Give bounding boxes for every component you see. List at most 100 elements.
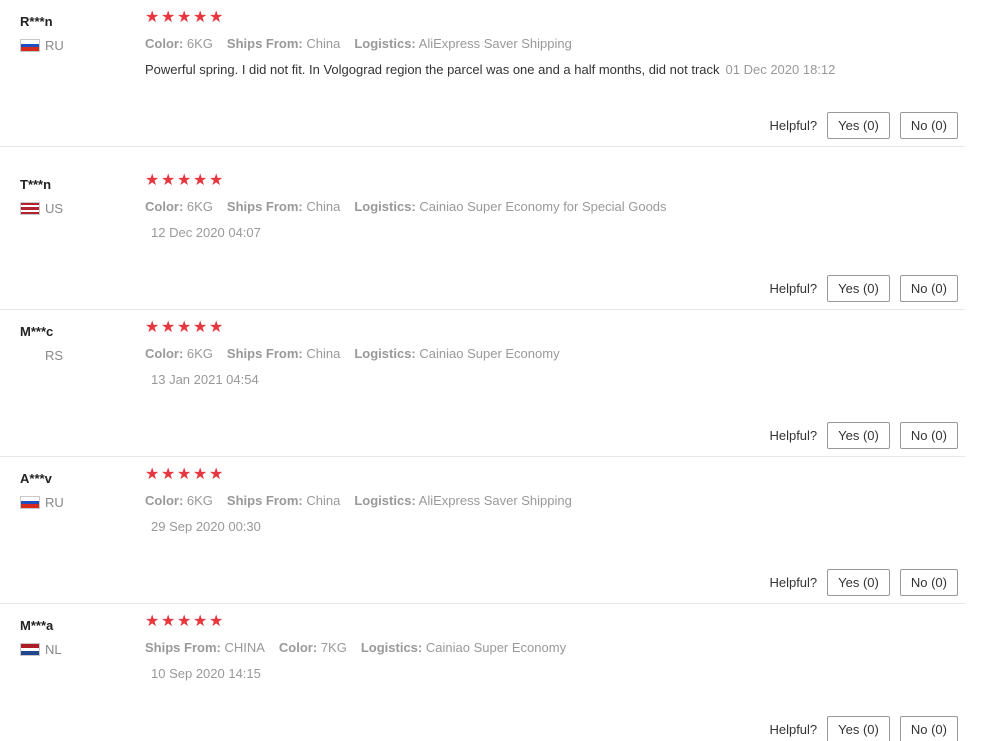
order-info-item: Ships From: China: [227, 36, 340, 51]
order-info-value: Cainiao Super Economy: [419, 346, 560, 361]
helpful-yes-button[interactable]: Yes (0): [827, 716, 890, 741]
helpful-yes-button[interactable]: Yes (0): [827, 112, 890, 139]
order-info-value: Cainiao Super Economy for Special Goods: [419, 199, 667, 214]
order-info-item: Ships From: CHINA: [145, 640, 265, 655]
review-date: 10 Sep 2020 14:15: [151, 666, 261, 681]
order-info: Color: 6KG Ships From: China Logistics: Ca…: [145, 199, 681, 214]
star-icon: ★: [209, 9, 224, 26]
order-info-item: Logistics: Cainiao Super Economy: [354, 346, 559, 361]
review-content: 10 Sep 2020 14:15: [145, 665, 845, 683]
helpful-label: Helpful?: [769, 281, 818, 296]
star-icon: ★: [161, 319, 176, 336]
star-icon: ★: [193, 319, 208, 336]
star-icon: ★: [177, 9, 192, 26]
order-info-value: 7KG: [320, 640, 347, 655]
order-info-label: Logistics:: [360, 640, 423, 655]
review-date: 12 Dec 2020 04:07: [151, 225, 261, 240]
helpful-vote: Helpful? Yes (0) No (0): [769, 716, 958, 741]
reviewer-country: US: [20, 201, 63, 216]
order-info-label: Logistics:: [354, 199, 416, 214]
order-info-value: China: [306, 36, 341, 51]
star-icon: ★: [193, 172, 208, 189]
country-code: RU: [45, 495, 64, 510]
order-info-item: Color: 6KG: [145, 36, 213, 51]
order-info: Ships From: CHINA Color: 7KG Logistics: Ca…: [145, 640, 580, 655]
star-rating: ★ ★ ★ ★ ★: [145, 466, 224, 483]
star-icon: ★: [209, 466, 224, 483]
order-info-label: Color:: [145, 199, 184, 214]
country-flag-icon: [20, 496, 40, 509]
review-content: 29 Sep 2020 00:30: [145, 518, 845, 536]
reviewer-name: A***v: [20, 471, 52, 486]
order-info-value: 6KG: [186, 493, 213, 508]
star-icon: ★: [145, 466, 160, 483]
order-info-value: CHINA: [224, 640, 265, 655]
star-icon: ★: [161, 613, 176, 630]
country-code: NL: [45, 642, 62, 657]
reviewer-name: R***n: [20, 14, 53, 29]
review-content: Powerful spring. I did not fit. In Volgo…: [145, 61, 845, 79]
order-info-item: Ships From: China: [227, 199, 340, 214]
star-icon: ★: [209, 319, 224, 336]
order-info-value: 6KG: [186, 346, 213, 361]
star-icon: ★: [161, 466, 176, 483]
country-code: US: [45, 201, 64, 216]
helpful-no-button[interactable]: No (0): [899, 112, 958, 139]
order-info: Color: 6KG Ships From: China Logistics: Ca…: [145, 346, 574, 361]
star-icon: ★: [145, 613, 160, 630]
order-info-item: Color: 6KG: [145, 199, 213, 214]
order-info-label: Color:: [145, 36, 184, 51]
review-content: 12 Dec 2020 04:07: [145, 224, 845, 242]
order-info-label: Color:: [145, 493, 184, 508]
order-info-label: Ships From:: [145, 640, 221, 655]
star-icon: ★: [177, 613, 192, 630]
helpful-no-button[interactable]: No (0): [899, 422, 958, 449]
star-icon: ★: [193, 466, 208, 483]
helpful-yes-button[interactable]: Yes (0): [827, 569, 890, 596]
order-info-label: Logistics:: [354, 493, 416, 508]
country-flag-icon: [20, 202, 40, 215]
review-item: A***v RU ★ ★ ★ ★ ★ Color: 6KG Ships From: China L…: [0, 457, 965, 604]
country-flag-icon: [20, 39, 40, 52]
order-info-item: Logistics: Cainiao Super Economy: [361, 640, 566, 655]
review-item: R***n RU ★ ★ ★ ★ ★ Color: 6KG Ships From: China L…: [0, 0, 965, 147]
helpful-no-button[interactable]: No (0): [899, 569, 958, 596]
star-icon: ★: [177, 466, 192, 483]
country-code: RU: [45, 38, 64, 53]
helpful-label: Helpful?: [769, 575, 818, 590]
helpful-label: Helpful?: [769, 722, 818, 737]
star-icon: ★: [193, 9, 208, 26]
helpful-yes-button[interactable]: Yes (0): [827, 422, 890, 449]
order-info-item: Ships From: China: [227, 493, 340, 508]
review-date: 29 Sep 2020 00:30: [151, 519, 261, 534]
order-info-label: Ships From:: [226, 346, 303, 361]
star-icon: ★: [177, 319, 192, 336]
order-info: Color: 6KG Ships From: China Logistics: Al…: [145, 493, 586, 508]
order-info-label: Logistics:: [354, 346, 416, 361]
country-code: RS: [45, 348, 64, 363]
review-item: M***a NL ★ ★ ★ ★ ★ Ships From: CHINA Color: 7KG L…: [0, 604, 965, 741]
helpful-no-button[interactable]: No (0): [899, 275, 958, 302]
order-info-item: Ships From: China: [227, 346, 340, 361]
helpful-yes-button[interactable]: Yes (0): [827, 275, 890, 302]
order-info-value: China: [306, 199, 341, 214]
review-date: 13 Jan 2021 04:54: [151, 372, 259, 387]
order-info-label: Ships From:: [226, 36, 303, 51]
order-info-item: Logistics: Cainiao Super Economy for Spe…: [354, 199, 666, 214]
star-icon: ★: [161, 9, 176, 26]
star-icon: ★: [209, 172, 224, 189]
order-info-label: Logistics:: [354, 36, 416, 51]
reviewer-name: M***a: [20, 618, 54, 633]
star-icon: ★: [161, 172, 176, 189]
helpful-vote: Helpful? Yes (0) No (0): [769, 422, 958, 449]
review-item: T***n US ★ ★ ★ ★ ★ Color: 6KG Ships From: China L…: [0, 163, 965, 310]
helpful-vote: Helpful? Yes (0) No (0): [769, 569, 958, 596]
order-info-value: AliExpress Saver Shipping: [418, 36, 572, 51]
review-content: 13 Jan 2021 04:54: [145, 371, 845, 389]
order-info-label: Color:: [278, 640, 318, 655]
order-info-item: Color: 6KG: [145, 493, 213, 508]
star-rating: ★ ★ ★ ★ ★: [145, 9, 224, 26]
order-info-value: Cainiao Super Economy: [425, 640, 567, 655]
helpful-no-button[interactable]: No (0): [899, 716, 958, 741]
order-info-item: Color: 7KG: [279, 640, 347, 655]
